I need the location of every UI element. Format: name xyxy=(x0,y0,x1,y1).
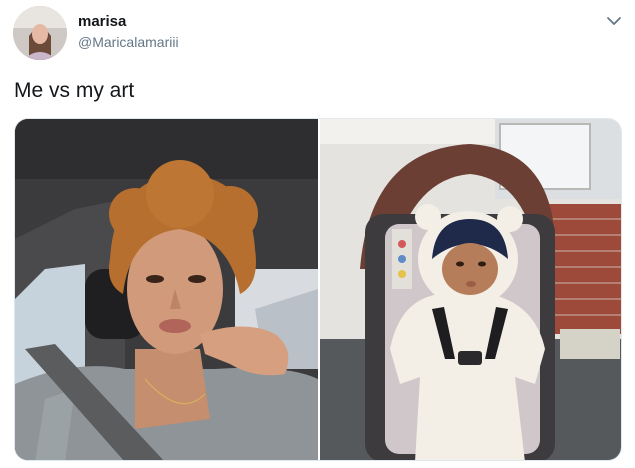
user-handle[interactable]: @Maricalamariii xyxy=(78,34,179,50)
display-name[interactable]: marisa xyxy=(78,13,126,30)
avatar[interactable] xyxy=(13,6,67,60)
chevron-down-icon[interactable] xyxy=(604,12,624,30)
tweet: marisa @Maricalamariii Me vs my art xyxy=(0,0,635,468)
tweet-text: Me vs my art xyxy=(14,79,135,102)
photo-selfie[interactable] xyxy=(15,119,318,460)
avatar-image xyxy=(13,6,67,60)
photo-baby-stroller[interactable] xyxy=(320,119,621,460)
tweet-media[interactable] xyxy=(14,118,622,461)
